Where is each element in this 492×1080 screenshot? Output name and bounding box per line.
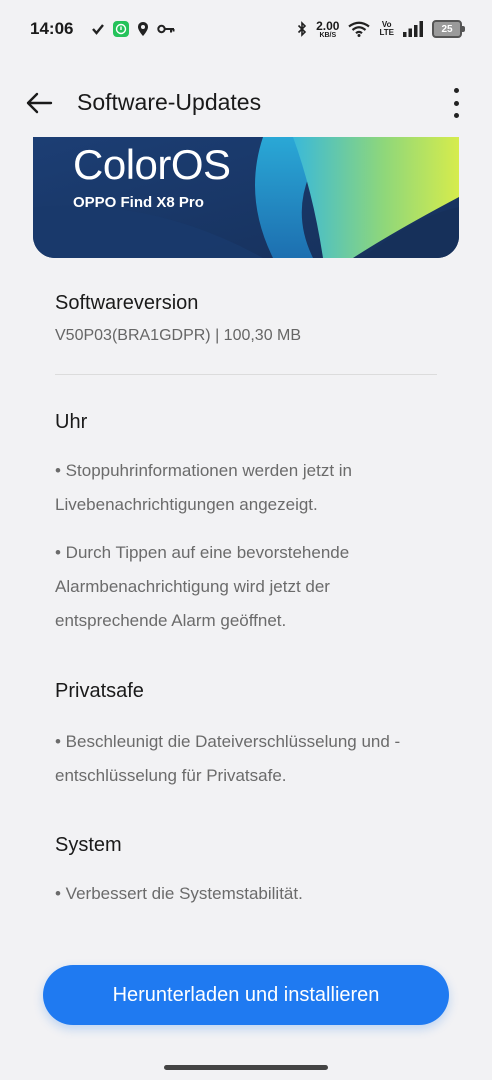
bullet-uhr-2: • Durch Tippen auf eine bevorstehende Al… — [55, 543, 350, 630]
bullet-uhr-1: • Stoppuhrinformationen werden jetzt in … — [55, 461, 353, 514]
status-right: 2.00 KB/S Vo LTE 25 — [297, 20, 465, 39]
status-time: 14:06 — [30, 19, 74, 38]
device-model: OPPO Find X8 Pro — [73, 194, 204, 211]
bullet-privatsafe-1: • Beschleunigt die Dateiverschlüsselung … — [55, 732, 401, 785]
page-title: Software-Updates — [77, 89, 262, 115]
section-title-system: System — [55, 834, 122, 856]
net-speed: 2.00 KB/S — [316, 20, 339, 39]
net-speed-value: 2.00 — [316, 18, 340, 33]
battery-icon: 25 — [432, 20, 465, 38]
coloros-logo: ColorOS — [73, 141, 231, 188]
check-icon — [91, 22, 105, 36]
status-left: 14:06 — [30, 19, 175, 39]
download-install-button[interactable]: Herunterladen und installieren — [43, 965, 449, 1025]
version-detail: V50P03(BRA1GDPR) | 100,30 MB — [55, 327, 302, 344]
coloros-banner: ColorOS OPPO Find X8 Pro — [33, 137, 459, 258]
home-indicator[interactable] — [164, 1065, 328, 1070]
wifi-icon — [348, 21, 371, 37]
bluetooth-icon — [297, 21, 307, 37]
more-vertical-icon-dot-1 — [453, 88, 459, 93]
section-title-uhr: Uhr — [55, 411, 88, 433]
more-vertical-icon-dot-3 — [453, 113, 459, 118]
status-bar: 14:06 2.00 KB/S Vo LTE 25 — [0, 0, 492, 58]
version-title: Softwareversion — [55, 292, 199, 314]
arrow-left-icon — [25, 92, 53, 114]
net-speed-unit: KB/S — [319, 31, 337, 39]
bullet-system-1: • Verbessert die Systemstabilität. — [55, 884, 303, 903]
signal-icon — [403, 21, 423, 37]
whatsapp-icon — [113, 21, 130, 37]
back-button[interactable] — [22, 86, 56, 120]
volte-bottom: LTE — [379, 28, 394, 37]
more-options-button[interactable] — [446, 88, 466, 118]
key-icon — [157, 23, 175, 35]
more-vertical-icon-dot-2 — [453, 100, 459, 106]
location-icon — [137, 21, 149, 37]
app-bar: Software-Updates — [0, 78, 492, 128]
divider — [55, 374, 437, 375]
volte-indicator: Vo LTE — [379, 21, 394, 37]
section-title-privatsafe: Privatsafe — [55, 680, 144, 702]
